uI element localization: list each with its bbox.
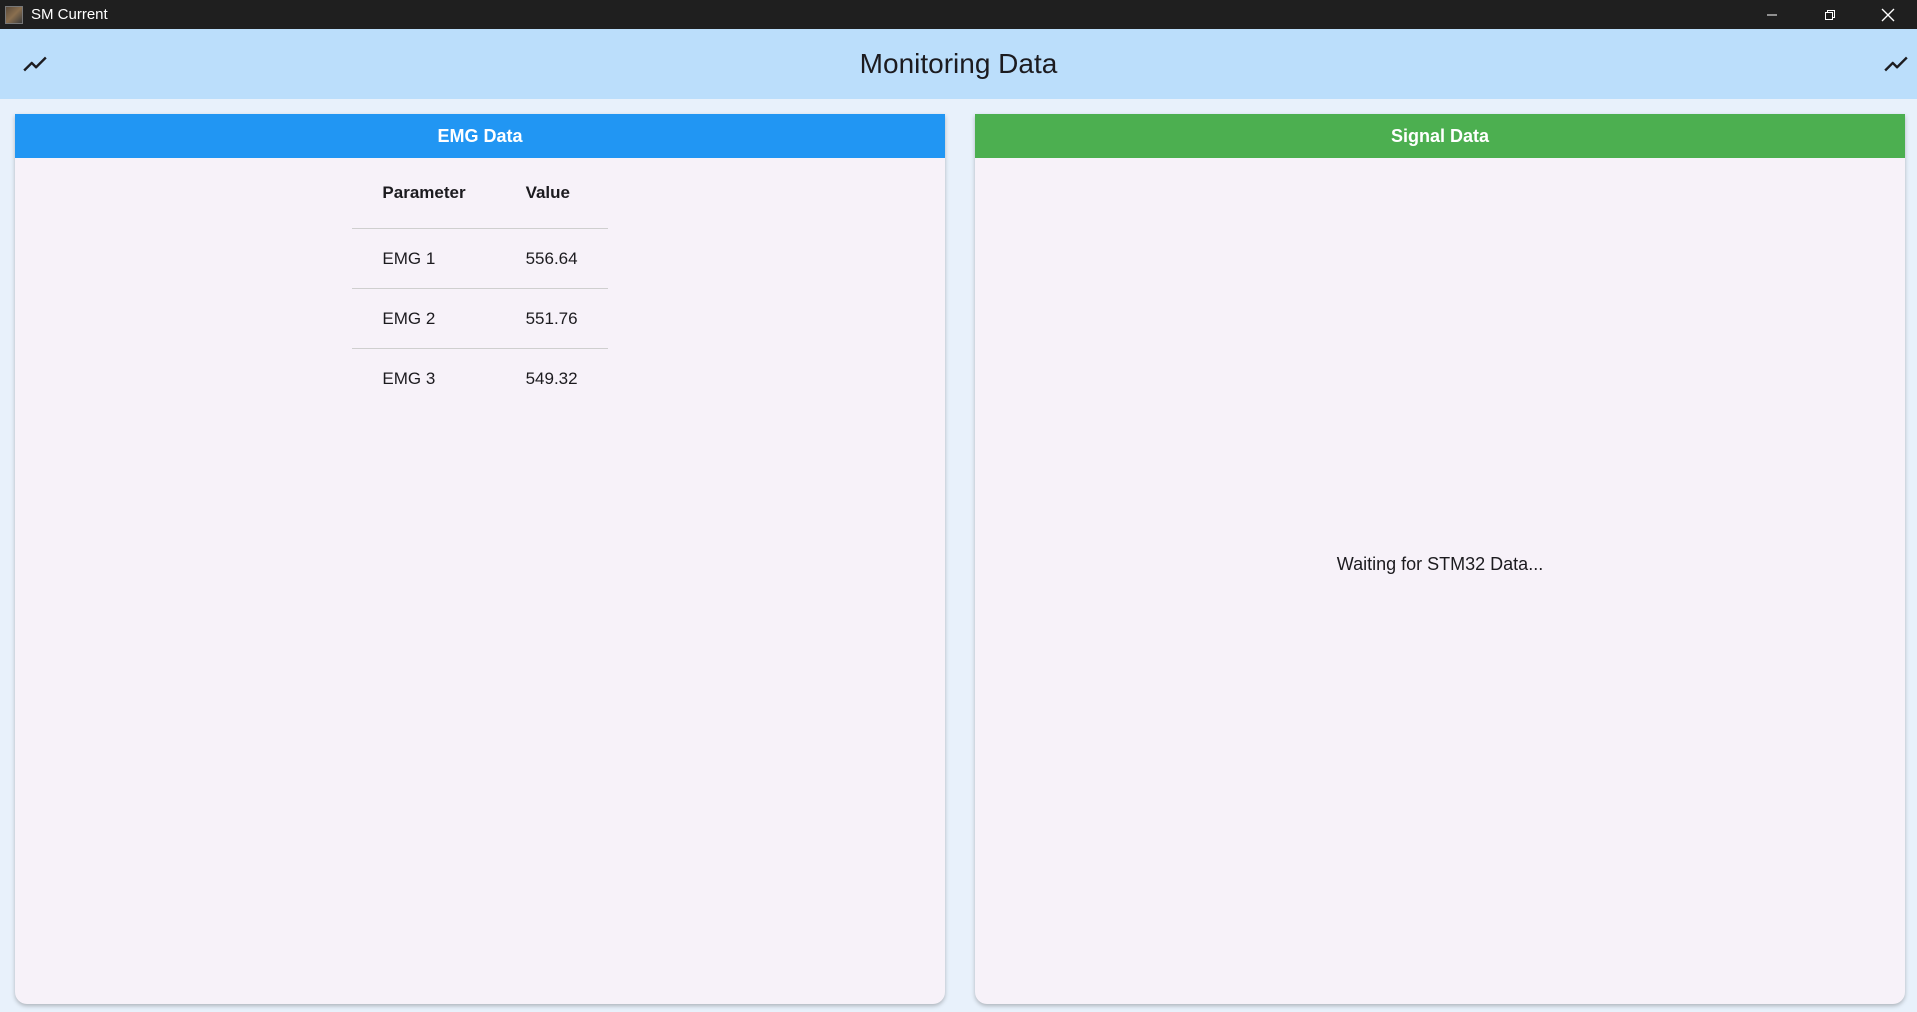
parameter-cell: EMG 3: [382, 368, 436, 388]
chart-button-right[interactable]: [1883, 51, 1909, 77]
window-titlebar: SM Current: [0, 0, 1917, 29]
main-content: EMG Data Parameter Value EMG 1 556.64 EM…: [0, 99, 1917, 1012]
value-cell: 549.32: [525, 368, 578, 388]
app-icon: [5, 5, 23, 24]
chart-button-left[interactable]: [22, 51, 48, 77]
page-title: Monitoring Data: [859, 48, 1058, 79]
table-header-row: Parameter Value: [352, 158, 608, 229]
app-bar: Monitoring Data: [0, 29, 1917, 99]
value-cell: 556.64: [495, 228, 608, 289]
minimize-button[interactable]: [1743, 0, 1801, 29]
restore-icon: [1825, 9, 1835, 20]
signal-card-header: Signal Data: [975, 114, 1905, 158]
trending-up-icon: [1884, 56, 1908, 72]
parameter-cell: EMG 2: [352, 288, 496, 349]
waiting-status-text: Waiting for STM32 Data...: [1336, 554, 1544, 574]
close-icon: [1881, 8, 1895, 21]
value-cell: 551.76: [495, 288, 608, 349]
restore-button[interactable]: [1801, 0, 1859, 29]
parameter-cell: EMG 1: [352, 228, 496, 289]
window-title: SM Current: [31, 6, 108, 23]
emg-card-header: EMG Data: [15, 114, 945, 158]
window-controls: [1743, 0, 1917, 29]
close-button[interactable]: [1859, 0, 1917, 29]
table-row: EMG 3 549.32: [352, 349, 607, 409]
signal-data-card: Signal Data Waiting for STM32 Data...: [975, 114, 1905, 1004]
column-header-parameter: Parameter: [352, 158, 496, 229]
minimize-icon: [1767, 14, 1777, 15]
emg-data-card: EMG Data Parameter Value EMG 1 556.64 EM…: [15, 114, 945, 1004]
trending-up-icon: [23, 56, 47, 72]
table-row: EMG 2 551.76: [352, 288, 608, 349]
column-header-value: Value: [495, 158, 608, 229]
table-row: EMG 1 556.64: [352, 228, 608, 289]
emg-table: Parameter Value EMG 1 556.64 EMG 2 551.7…: [352, 158, 608, 409]
